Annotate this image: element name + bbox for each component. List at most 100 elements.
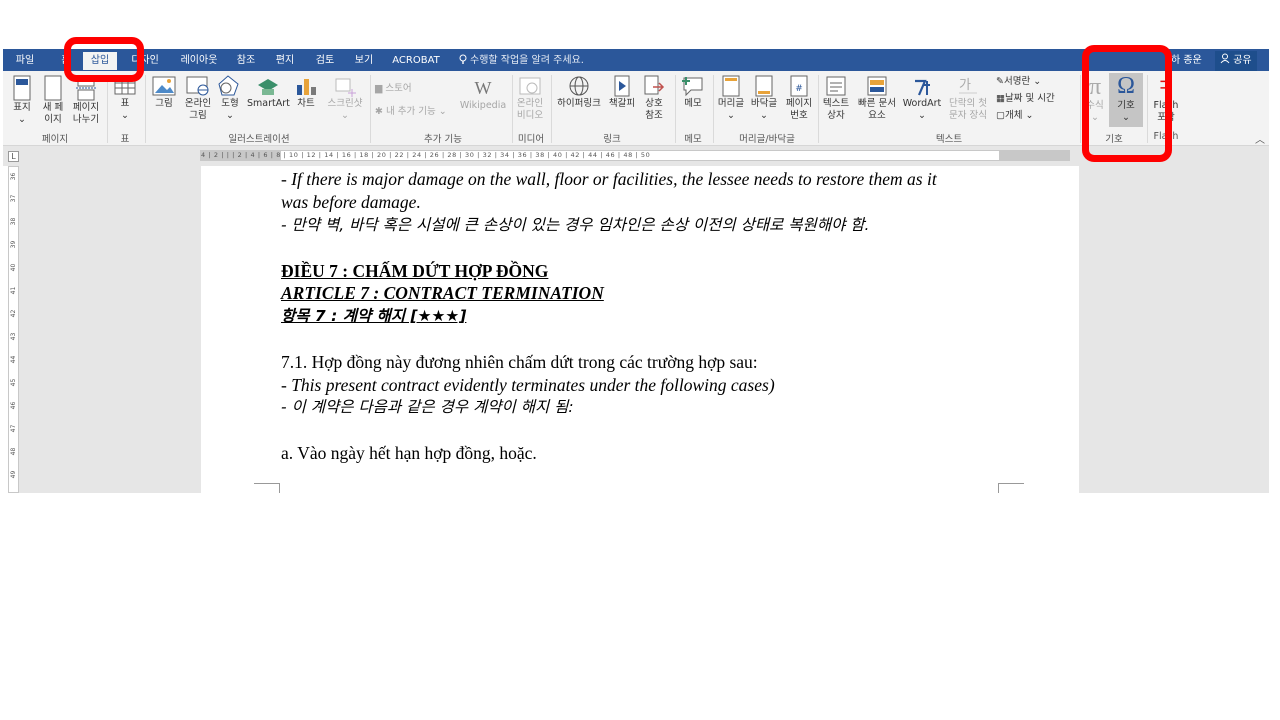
crop-mark-left [254, 483, 280, 493]
ribbon-separator [1080, 75, 1081, 143]
bookmark-button[interactable]: 책갈피 [607, 75, 637, 110]
user-name[interactable]: 하 종운 [1171, 52, 1202, 70]
online-picture-button[interactable]: 온라인 그림 [181, 75, 215, 122]
quick-parts-button[interactable]: 빠른 문서 요소 [854, 75, 900, 122]
ribbon-separator [713, 75, 714, 143]
drop-cap-button[interactable]: 가 단락의 첫 문자 장식 [944, 75, 992, 122]
quick-parts-icon [867, 76, 887, 96]
cross-reference-button[interactable]: 상호 참조 [639, 75, 669, 122]
vruler-tick: 43 [10, 332, 17, 341]
page-break-button[interactable]: 페이지 나누기 [69, 75, 103, 126]
footer-button[interactable]: 바닥글 ⌄ [748, 75, 780, 122]
lightbulb-icon [459, 54, 467, 64]
heading-kr-article-7: 항목 7 : 계약 해지 [★★★] [281, 307, 467, 325]
vruler-tick: 49 [10, 470, 17, 479]
ribbon-separator [675, 75, 676, 143]
group-links-label: 링크 [603, 134, 621, 145]
ribbon-separator [145, 75, 146, 143]
paragraph-en-damage-1: - If there is major damage on the wall, … [281, 169, 937, 189]
group-media-label: 미디어 [517, 134, 545, 145]
document-page[interactable]: - If there is major damage on the wall, … [201, 166, 1079, 493]
calendar-icon: ▦ [996, 93, 1005, 104]
ribbon-separator [818, 75, 819, 143]
group-header-footer-label: 머리글/바닥글 [739, 134, 795, 145]
cover-page-button[interactable]: 표지 ⌄ [7, 75, 37, 126]
vruler-tick: 40 [10, 263, 17, 272]
ruler-numbers: 4 | 2 | | | 2 | 4 | 6 | 8 | 10 | 12 | 14… [201, 151, 651, 159]
highlight-insert-tab [64, 37, 144, 82]
person-icon [1220, 53, 1230, 64]
ribbon-insert: 표지⌄ 새 페 이지 페이지 나누기 페이지 표⌄ 표 그림 온라인 그림 [3, 71, 1269, 146]
vruler-tick: 46 [10, 401, 17, 410]
tab-review[interactable]: 검토 [310, 52, 340, 70]
highlight-symbol-button [1082, 45, 1172, 162]
paragraph-vi-7-1: 7.1. Hợp đồng này đương nhiên chấm dứt t… [281, 352, 758, 372]
shapes-button[interactable]: 도형 ⌄ [217, 75, 243, 122]
group-comments-label: 메모 [684, 134, 702, 145]
screenshot-icon [335, 78, 356, 97]
signature-line-button[interactable]: ✎서명란 ⌄ [996, 76, 1041, 88]
online-video-icon [519, 77, 541, 95]
vertical-ruler[interactable]: 36 37 38 39 40 41 42 43 44 45 46 47 48 4… [8, 166, 19, 493]
hyperlink-icon [569, 76, 589, 96]
share-button[interactable]: 공유 [1215, 51, 1257, 71]
store-button[interactable]: ▆ 스토어 [375, 83, 412, 95]
ribbon-separator [370, 75, 371, 143]
tab-file[interactable]: 파일 [7, 52, 43, 70]
tab-view[interactable]: 보기 [349, 52, 379, 70]
vruler-tick: 37 [10, 194, 17, 203]
chart-icon [297, 79, 316, 95]
heading-vi-article-7: ĐIỀU 7 : CHẤM DỨT HỢP ĐỒNG [281, 261, 549, 281]
comment-icon [682, 77, 703, 97]
store-icon: ▆ [375, 83, 383, 94]
date-time-button[interactable]: ▦날짜 및 시간 [996, 93, 1055, 105]
group-pages-label: 페이지 [41, 134, 69, 145]
paragraph-en-7-1: - This present contract evidently termin… [281, 375, 775, 395]
hyperlink-button[interactable]: 하이퍼링크 [553, 75, 605, 110]
screenshot-button[interactable]: 스크린샷 ⌄ [323, 75, 367, 122]
tab-acrobat[interactable]: ACROBAT [387, 52, 445, 70]
horizontal-ruler[interactable]: 4 | 2 | | | 2 | 4 | 6 | 8 | 10 | 12 | 14… [200, 150, 1070, 161]
tab-references[interactable]: 참조 [231, 52, 261, 70]
chart-button[interactable]: 차트 [293, 75, 319, 110]
footer-icon [755, 75, 773, 97]
cross-reference-icon [644, 75, 665, 95]
comment-button[interactable]: 메모 [677, 75, 709, 110]
object-button[interactable]: ▢개체 ⌄ [996, 110, 1033, 122]
smartart-icon [258, 79, 278, 95]
paragraph-en-damage-2: was before damage. [281, 192, 421, 212]
crop-mark-right [998, 483, 1024, 493]
page-number-icon: # [790, 75, 808, 97]
wikipedia-icon: W [474, 78, 492, 98]
collapse-ribbon-icon[interactable]: ︿ [1255, 131, 1265, 146]
shapes-icon [218, 75, 239, 96]
table-button[interactable]: 표 ⌄ [111, 75, 139, 122]
vruler-tick: 36 [10, 172, 17, 181]
smartart-button[interactable]: SmartArt [247, 75, 290, 110]
blank-page-button[interactable]: 새 페 이지 [39, 75, 67, 126]
text-box-button[interactable]: 텍스트 상자 [820, 75, 852, 122]
vruler-tick: 44 [10, 355, 17, 364]
group-addins-label: 추가 기능 [424, 134, 462, 145]
tab-mailings[interactable]: 편지 [270, 52, 300, 70]
ribbon-tab-bar: 파일 홈 삽입 디자인 레이아웃 참조 편지 검토 보기 ACROBAT 수행할… [3, 49, 1269, 71]
ribbon-separator [551, 75, 552, 143]
online-video-button[interactable]: 온라인 비디오 [514, 75, 546, 122]
wordart-button[interactable]: WordArt ⌄ [902, 75, 942, 122]
share-label: 공유 [1233, 55, 1252, 66]
header-button[interactable]: 머리글 ⌄ [716, 75, 746, 122]
signature-icon: ✎ [996, 76, 1004, 87]
group-illustrations-label: 일러스트레이션 [228, 134, 290, 145]
tab-selector[interactable]: L [8, 151, 19, 162]
wikipedia-button[interactable]: W Wikipedia [457, 77, 509, 112]
online-picture-icon [186, 76, 209, 96]
tab-layout[interactable]: 레이아웃 [171, 52, 227, 70]
wordart-icon [915, 79, 930, 96]
tell-me-box[interactable]: 수행할 작업을 알려 주세요. [459, 52, 584, 70]
my-addins-button[interactable]: ✱ 내 추가 기능 ⌄ [375, 106, 447, 118]
picture-button[interactable]: 그림 [149, 75, 179, 110]
horizontal-ruler-bar: L 4 | 2 | | | 2 | 4 | 6 | 8 | 10 | 12 | … [3, 146, 1269, 166]
ribbon-separator [512, 75, 513, 143]
page-number-button[interactable]: # 페이지 번호 [782, 75, 816, 122]
blank-page-icon [44, 75, 62, 101]
